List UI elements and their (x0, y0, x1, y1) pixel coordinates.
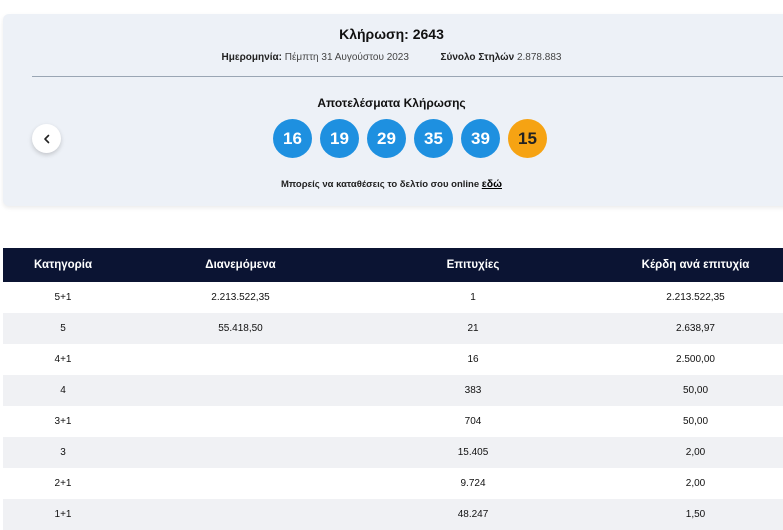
distributed-cell (123, 344, 358, 375)
number-ball: 35 (414, 119, 453, 158)
results-title: Αποτελέσματα Κλήρωσης (317, 96, 466, 110)
header-distributed: Διανεμόμενα (205, 259, 276, 271)
number-ball: 19 (320, 119, 359, 158)
prize-cell: 50,00 (682, 385, 709, 396)
prize-table: Κατηγορία Διανεμόμενα Επιτυχίες Κέρδη αν… (3, 248, 783, 530)
divider (32, 76, 783, 77)
distributed-cell: 2.213.522,35 (211, 292, 270, 303)
distributed-cell: 55.418,50 (218, 323, 263, 334)
table-row: 3+1 704 50,00 (3, 406, 783, 437)
table-row: 1+1 48.247 1,50 (3, 499, 783, 530)
number-ball: 16 (273, 119, 312, 158)
winners-cell: 21 (467, 323, 479, 334)
date-value: Πέμπτη 31 Αυγούστου 2023 (284, 52, 409, 63)
table-row: 4+1 16 2.500,00 (3, 344, 783, 375)
distributed-cell (123, 499, 358, 530)
draw-meta: Ημερομηνία: Πέμπτη 31 Αυγούστου 2023 Σύν… (0, 52, 783, 63)
distributed-cell (123, 406, 358, 437)
distributed-cell (123, 437, 358, 468)
header-category: Κατηγορία (33, 259, 93, 271)
winners-cell: 704 (464, 416, 482, 427)
category-cell: 5+1 (54, 292, 72, 303)
table-row: 5+1 2.213.522,35 1 2.213.522,35 (3, 282, 783, 313)
chevron-left-icon (43, 134, 49, 143)
columns-value: 2.878.883 (516, 52, 562, 63)
distributed-cell (123, 375, 358, 406)
prize-table-header: Κατηγορία Διανεμόμενα Επιτυχίες Κέρδη αν… (3, 248, 783, 282)
table-row: 4 383 50,00 (3, 375, 783, 406)
prize-cell: 1,50 (685, 509, 706, 520)
prize-cell: 2.500,00 (676, 354, 715, 365)
category-cell: 4+1 (54, 354, 72, 365)
columns-label: Σύνολο Στηλών (440, 52, 515, 63)
online-text: Μπορείς να καταθέσεις το δελτίο σου onli… (281, 179, 480, 190)
table-row: 5 55.418,50 21 2.638,97 (3, 313, 783, 344)
header-prize-per-winner: Κέρδη ανά επιτυχία (641, 259, 750, 271)
number-ball: 39 (461, 119, 500, 158)
winners-cell: 16 (467, 354, 479, 365)
category-cell: 3+1 (54, 416, 72, 427)
category-cell: 5 (60, 323, 66, 334)
prize-cell: 50,00 (682, 416, 709, 427)
winning-numbers: 16 19 29 35 39 15 (273, 119, 547, 158)
previous-draw-button[interactable] (32, 124, 61, 153)
category-cell: 2+1 (54, 478, 72, 489)
winners-cell: 48.247 (457, 509, 489, 520)
category-cell: 4 (60, 385, 66, 396)
category-cell: 1+1 (54, 509, 72, 520)
bonus-ball: 15 (508, 119, 547, 158)
table-row: 3 15.405 2,00 (3, 437, 783, 468)
prize-cell: 2.213.522,35 (666, 292, 725, 303)
header-winners: Επιτυχίες (446, 259, 500, 271)
number-ball: 29 (367, 119, 406, 158)
online-link[interactable]: εδώ (482, 178, 502, 190)
draw-title: Κλήρωση: 2643 (339, 26, 444, 42)
table-row: 2+1 9.724 2,00 (3, 468, 783, 499)
winners-cell: 9.724 (460, 478, 486, 489)
winners-cell: 1 (470, 292, 476, 303)
winners-cell: 15.405 (457, 447, 489, 458)
prize-cell: 2,00 (685, 478, 706, 489)
category-cell: 3 (60, 447, 66, 458)
prize-cell: 2.638,97 (676, 323, 715, 334)
date-label: Ημερομηνία: (221, 52, 282, 63)
winners-cell: 383 (464, 385, 482, 396)
distributed-cell (123, 468, 358, 499)
online-bet-note: Μπορείς να καταθέσεις το δελτίο σου onli… (0, 178, 783, 190)
prize-cell: 2,00 (685, 447, 706, 458)
